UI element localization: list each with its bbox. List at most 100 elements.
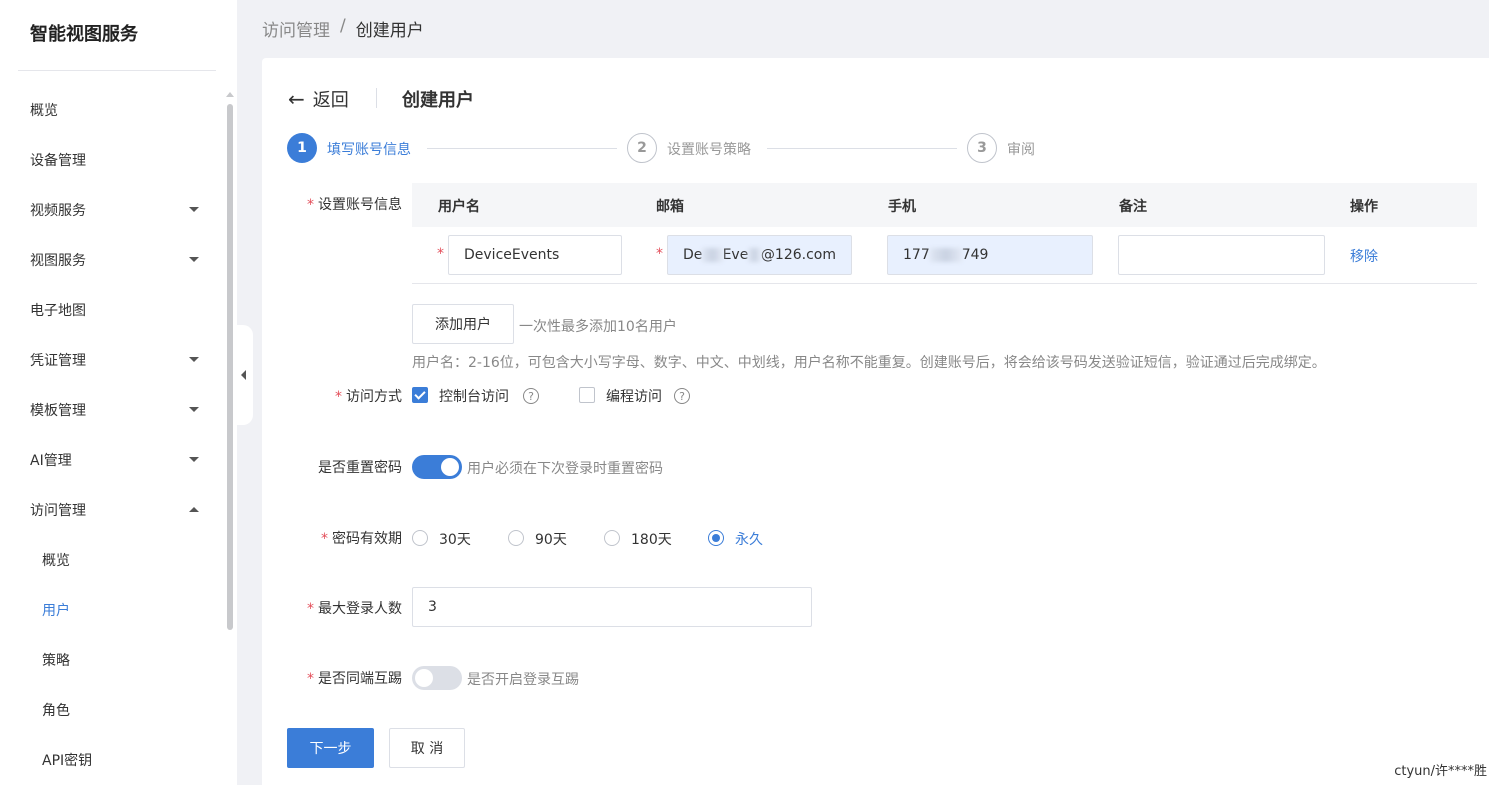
- sidebar-item-view-service[interactable]: 视图服务: [0, 235, 222, 285]
- email-value-start: De: [683, 247, 703, 263]
- chevron-down-icon: [189, 207, 199, 212]
- required-mark: *: [307, 197, 314, 213]
- max-login-input[interactable]: 3: [412, 587, 812, 627]
- sidebar-item-label: 访问管理: [30, 503, 86, 519]
- sidebar-item-label: API密钥: [42, 753, 93, 769]
- email-redacted: [748, 248, 761, 262]
- reset-password-label: 是否重置密码: [318, 460, 402, 476]
- sidebar-item-label: 设备管理: [30, 153, 86, 169]
- sidebar-item-label: AI管理: [30, 453, 72, 469]
- step-1-label: 填写账号信息: [327, 142, 411, 158]
- reset-password-toggle[interactable]: [412, 455, 462, 479]
- breadcrumb: 访问管理 / 创建用户: [262, 16, 424, 41]
- chevron-down-icon: [189, 357, 199, 362]
- sidebar-item-label: 凭证管理: [30, 353, 86, 369]
- required-mark: *: [307, 601, 314, 617]
- sidebar-subitem-users[interactable]: 用户: [0, 585, 222, 635]
- email-input[interactable]: De Eve @126.com: [667, 235, 852, 275]
- console-access-checkbox[interactable]: [412, 387, 428, 403]
- phone-value-end: 749: [961, 247, 989, 263]
- sidebar-item-template-management[interactable]: 模板管理: [0, 385, 222, 435]
- sidebar: 智能视图服务 概览 设备管理 视频服务 视图服务 电子地图 凭证管理 模板管理 …: [0, 0, 237, 785]
- user-watermark: ctyun/许****胜: [1394, 764, 1487, 779]
- table-row-divider: [412, 283, 1477, 284]
- chevron-down-icon: [189, 407, 199, 412]
- column-header-action: 操作: [1350, 199, 1378, 215]
- toggle-knob: [415, 669, 433, 687]
- cancel-button[interactable]: 取 消: [389, 728, 465, 768]
- phone-input[interactable]: 177 749: [887, 235, 1093, 275]
- programmatic-access-label: 编程访问: [606, 389, 662, 405]
- validity-permanent-label: 永久: [735, 532, 763, 548]
- step-3-label: 审阅: [1007, 142, 1035, 158]
- sidebar-divider: [18, 70, 216, 71]
- sidebar-item-credential-management[interactable]: 凭证管理: [0, 335, 222, 385]
- column-header-email: 邮箱: [656, 199, 684, 215]
- email-value-mid: Eve: [722, 247, 749, 263]
- phone-value-start: 177: [903, 247, 930, 263]
- main-card: ← 返回 创建用户 1 填写账号信息 2 设置账号策略 3 审阅 * 设置账号信息…: [262, 58, 1489, 785]
- max-login-label: * 最大登录人数: [262, 598, 402, 618]
- breadcrumb-parent-link[interactable]: 访问管理: [262, 16, 330, 41]
- reset-password-desc: 用户必须在下次登录时重置密码: [467, 461, 663, 477]
- arrow-left-icon: ←: [288, 87, 305, 111]
- sidebar-title: 智能视图服务: [30, 24, 138, 45]
- step-2-label: 设置账号策略: [667, 142, 751, 158]
- sidebar-subitem-roles[interactable]: 角色: [0, 685, 222, 735]
- validity-90-days-radio[interactable]: [508, 530, 524, 546]
- sidebar-item-label: 电子地图: [30, 303, 86, 319]
- sidebar-item-label: 模板管理: [30, 403, 86, 419]
- sidebar-item-label: 视频服务: [30, 203, 86, 219]
- chevron-down-icon: [189, 257, 199, 262]
- required-mark: *: [335, 389, 342, 405]
- page-title: 创建用户: [402, 90, 474, 111]
- remark-input[interactable]: [1118, 235, 1325, 275]
- next-step-button[interactable]: 下一步: [287, 728, 374, 768]
- step-2-number: 2: [627, 133, 657, 163]
- same-end-kick-label: * 是否同端互踢: [262, 668, 402, 688]
- validity-30-days-radio[interactable]: [412, 530, 428, 546]
- sidebar-item-label: 视图服务: [30, 253, 86, 269]
- max-login-label-text: 最大登录人数: [318, 601, 402, 617]
- help-icon[interactable]: ?: [674, 388, 690, 404]
- username-input[interactable]: DeviceEvents: [448, 235, 622, 275]
- validity-30-days-label: 30天: [439, 532, 471, 548]
- step-1-number: 1: [287, 133, 317, 163]
- sidebar-item-ai-management[interactable]: AI管理: [0, 435, 222, 485]
- step-connector: [427, 148, 617, 149]
- sidebar-subitem-api-keys[interactable]: API密钥: [0, 735, 222, 785]
- required-mark: *: [307, 671, 314, 687]
- username-rule-hint: 用户名：2-16位，可包含大小写字母、数字、中文、中划线，用户名称不能重复。创建…: [412, 355, 1326, 371]
- sidebar-item-device-management[interactable]: 设备管理: [0, 135, 222, 185]
- column-header-remark: 备注: [1119, 199, 1147, 215]
- sidebar-item-access-management[interactable]: 访问管理: [0, 485, 222, 535]
- add-user-button[interactable]: 添加用户: [412, 304, 514, 344]
- sidebar-item-video-service[interactable]: 视频服务: [0, 185, 222, 235]
- remove-user-link[interactable]: 移除: [1350, 246, 1378, 266]
- add-user-hint: 一次性最多添加10名用户: [519, 319, 677, 335]
- chevron-down-icon: [189, 457, 199, 462]
- step-connector: [767, 148, 957, 149]
- programmatic-access-checkbox[interactable]: [579, 387, 595, 403]
- validity-180-days-radio[interactable]: [604, 530, 620, 546]
- required-mark: *: [656, 246, 663, 262]
- phone-redacted: [929, 248, 962, 262]
- scrollbar-up-arrow[interactable]: [226, 92, 234, 97]
- sidebar-item-electronic-map[interactable]: 电子地图: [0, 285, 222, 335]
- sidebar-subitem-overview[interactable]: 概览: [0, 535, 222, 585]
- access-method-label: * 访问方式: [262, 386, 402, 406]
- validity-180-days-label: 180天: [631, 532, 672, 548]
- same-end-kick-desc: 是否开启登录互踢: [467, 672, 579, 688]
- same-end-kick-toggle[interactable]: [412, 666, 462, 690]
- access-method-label-text: 访问方式: [346, 389, 402, 405]
- sidebar-item-overview[interactable]: 概览: [0, 85, 222, 135]
- help-icon[interactable]: ?: [523, 388, 539, 404]
- password-validity-label: * 密码有效期: [262, 528, 402, 548]
- validity-permanent-radio[interactable]: [708, 530, 724, 546]
- console-access-label: 控制台访问: [439, 389, 509, 405]
- sidebar-subitem-policies[interactable]: 策略: [0, 635, 222, 685]
- step-3-number: 3: [967, 133, 997, 163]
- email-value-end: @126.com: [760, 247, 836, 263]
- back-button[interactable]: ← 返回: [288, 86, 349, 112]
- sidebar-collapse-button[interactable]: [233, 325, 253, 425]
